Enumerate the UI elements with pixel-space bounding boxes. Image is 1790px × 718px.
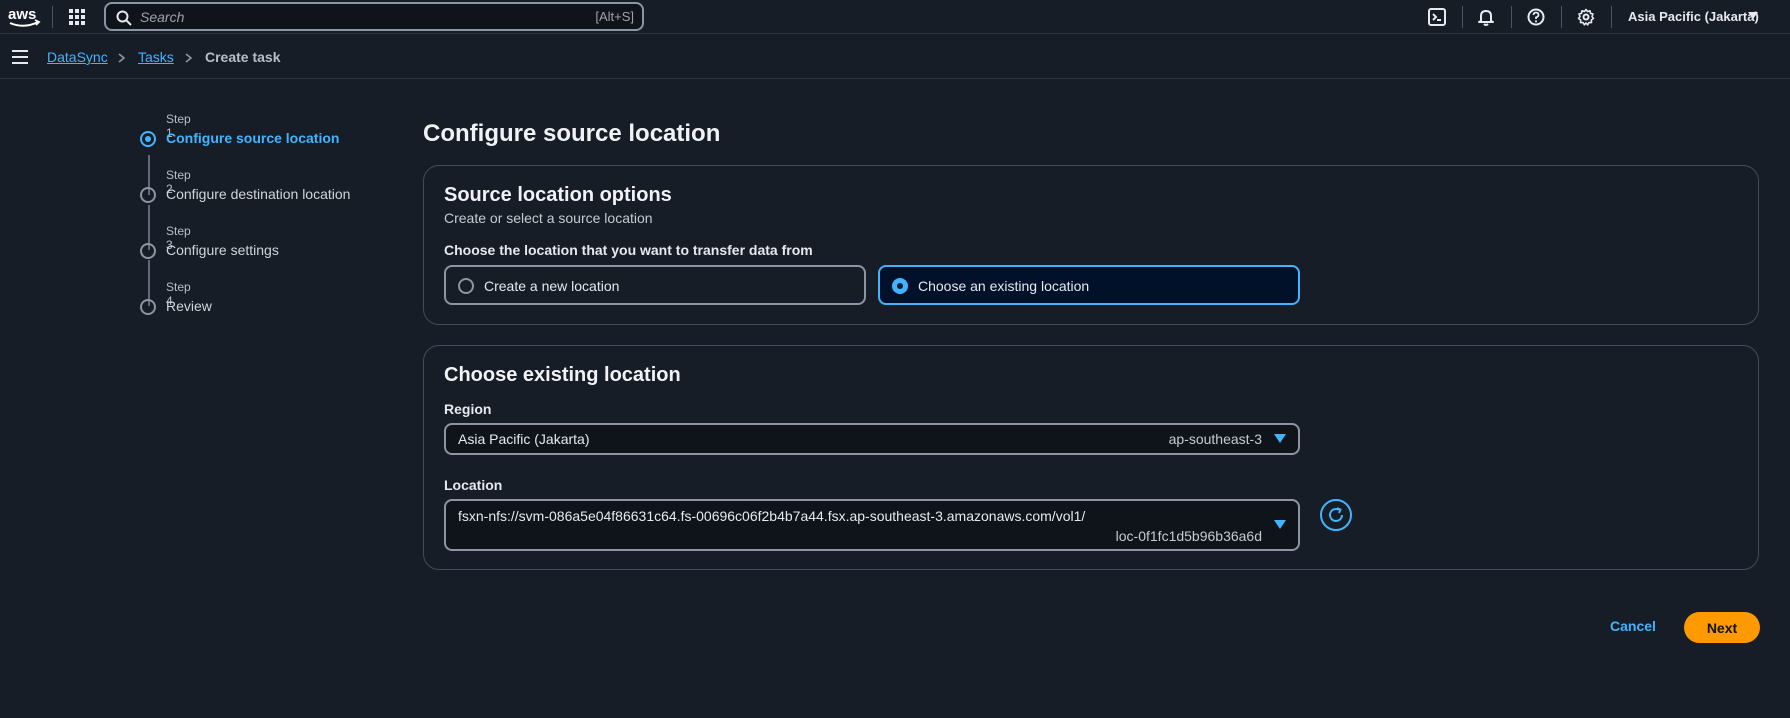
notifications-bell-icon[interactable] <box>1477 8 1495 26</box>
nav-divider <box>52 6 53 28</box>
cancel-button[interactable]: Cancel <box>1610 618 1656 634</box>
choose-existing-location-panel: Choose existing location Region Asia Pac… <box>423 345 1759 570</box>
step-title[interactable]: Configure source location <box>166 130 339 146</box>
location-select-value: fsxn-nfs://svm-086a5e04f86631c64.fs-0069… <box>458 508 1086 524</box>
nav-divider <box>1462 6 1463 28</box>
panel-description: Create or select a source location <box>444 210 653 226</box>
location-label: Location <box>444 477 503 493</box>
search-box[interactable]: [Alt+S] <box>104 2 644 31</box>
nav-divider <box>1561 6 1562 28</box>
caret-down-icon[interactable] <box>1274 520 1286 530</box>
region-code: ap-southeast-3 <box>1168 431 1262 447</box>
help-icon[interactable] <box>1527 8 1545 26</box>
panel-title: Source location options <box>444 184 672 206</box>
radio-label: Create a new location <box>484 278 620 294</box>
breadcrumb-datasync[interactable]: DataSync <box>47 49 108 65</box>
nav-divider <box>1611 6 1612 28</box>
breadcrumb-bar: DataSync Tasks Create task <box>0 35 1790 79</box>
next-button[interactable]: Next <box>1684 612 1760 643</box>
step-title: Configure destination location <box>166 186 351 202</box>
step-indicator-icon <box>140 299 156 315</box>
step-indicator-icon <box>140 131 156 147</box>
radio-label: Choose an existing location <box>918 278 1090 294</box>
caret-down-icon[interactable] <box>1748 12 1758 20</box>
caret-down-icon[interactable] <box>1274 434 1286 444</box>
step-indicator-icon <box>140 243 156 259</box>
search-input[interactable] <box>140 7 560 27</box>
cloudshell-icon[interactable] <box>1428 8 1446 26</box>
breadcrumb-tasks[interactable]: Tasks <box>138 49 174 65</box>
hamburger-menu-icon[interactable] <box>12 50 28 64</box>
chevron-right-icon <box>118 53 126 63</box>
region-select[interactable]: Asia Pacific (Jakarta) ap-southeast-3 <box>444 423 1300 455</box>
breadcrumb-create-task: Create task <box>205 49 281 65</box>
location-choice-label: Choose the location that you want to tra… <box>444 242 813 258</box>
page-title: Configure source location <box>423 120 721 147</box>
top-navigation: aws [Alt+S] Asia <box>0 0 1790 34</box>
refresh-icon <box>1329 507 1343 522</box>
create-new-location-option[interactable]: Create a new location <box>444 265 866 305</box>
step-indicator-icon <box>140 187 156 203</box>
refresh-button[interactable] <box>1320 499 1352 531</box>
radio-checked-icon[interactable] <box>892 278 908 294</box>
step-title: Configure settings <box>166 242 279 258</box>
radio-unchecked-icon[interactable] <box>458 278 474 294</box>
location-id: loc-0f1fc1d5b96b36a6d <box>1115 528 1262 544</box>
nav-divider <box>1511 6 1512 28</box>
aws-logo-icon[interactable]: aws <box>6 4 42 30</box>
apps-grid-icon[interactable] <box>68 8 86 26</box>
chevron-right-icon <box>185 53 193 63</box>
search-icon <box>116 10 132 26</box>
region-select-value: Asia Pacific (Jakarta) <box>458 431 590 447</box>
region-selector[interactable]: Asia Pacific (Jakarta) <box>1628 9 1759 24</box>
location-select[interactable]: fsxn-nfs://svm-086a5e04f86631c64.fs-0069… <box>444 499 1300 551</box>
panel-title: Choose existing location <box>444 364 681 386</box>
region-label: Region <box>444 401 492 417</box>
search-shortcut: [Alt+S] <box>595 9 634 24</box>
settings-gear-icon[interactable] <box>1577 8 1595 26</box>
step-title: Review <box>166 298 212 314</box>
choose-existing-location-option[interactable]: Choose an existing location <box>878 265 1300 305</box>
aws-logo-text: aws <box>8 6 36 23</box>
source-location-options-panel: Source location options Create or select… <box>423 165 1759 325</box>
